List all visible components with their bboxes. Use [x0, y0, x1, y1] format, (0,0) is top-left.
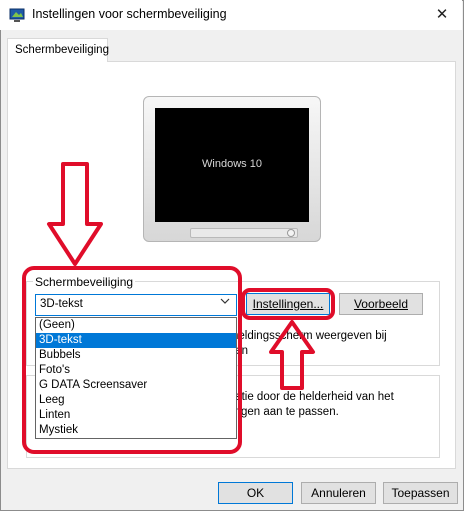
apply-button[interactable]: Toepassen [383, 482, 458, 504]
close-icon: ✕ [435, 6, 449, 23]
preview-button[interactable]: Voorbeeld [339, 293, 423, 315]
monitor-slot [190, 228, 298, 238]
screensaver-app-icon [9, 7, 25, 23]
close-button[interactable]: ✕ [430, 4, 454, 26]
annotation-arrow-down-icon [47, 162, 103, 266]
wait-text: heldingsscherm weergeven bij ten [232, 330, 387, 357]
annotation-highlight-settings [241, 288, 335, 320]
tab-schermbeveiliging[interactable]: Schermbeveiliging [7, 38, 109, 62]
preview-text: Windows 10 [202, 158, 262, 170]
annotation-highlight-dropdown [22, 266, 242, 454]
cancel-button[interactable]: Annuleren [301, 482, 376, 504]
annotation-arrow-up-icon [269, 320, 315, 390]
ok-button[interactable]: OK [218, 482, 293, 504]
preview-button-label: Voorbeeld [353, 297, 409, 311]
window-title: Instellingen voor schermbeveiliging [32, 7, 227, 21]
power-led-icon [287, 229, 295, 237]
power-text: tatie door de helderheid van het ingen a… [232, 391, 394, 418]
